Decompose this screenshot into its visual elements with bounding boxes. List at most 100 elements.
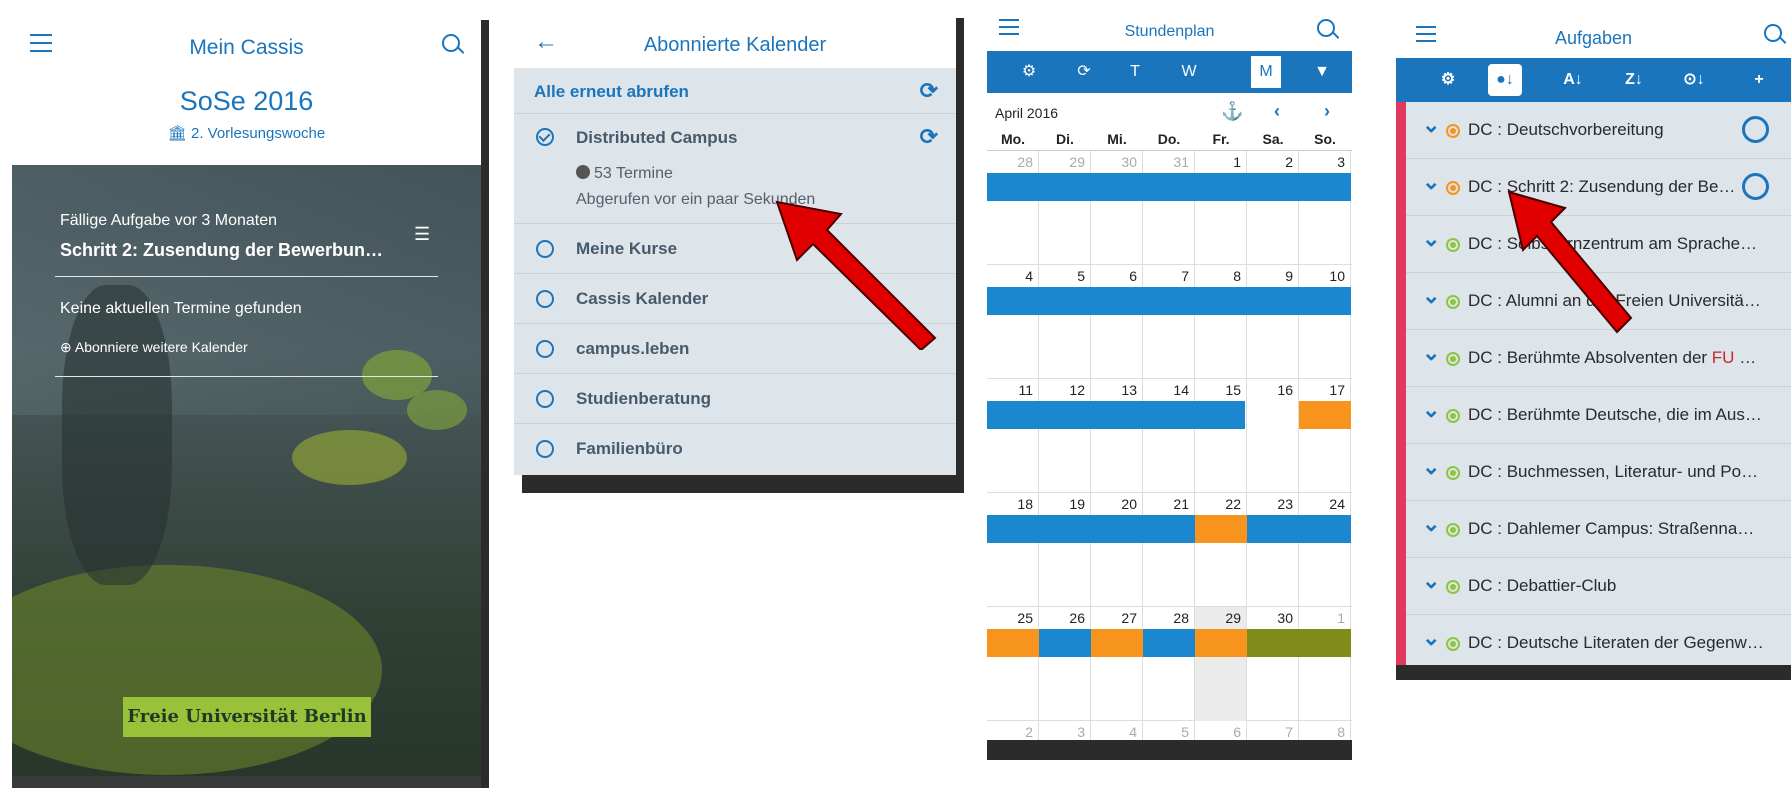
task-item[interactable]: ⌄ DC : Deutsche Literaten der Gegenw… <box>1406 615 1791 665</box>
calendar-day[interactable]: 6 <box>1091 265 1143 379</box>
calendar-day[interactable]: 3 <box>1039 721 1091 740</box>
calendar-day[interactable]: 7 <box>1247 721 1299 740</box>
radio-icon[interactable] <box>536 340 554 358</box>
chevron-down-icon[interactable]: ⌄ <box>1422 226 1440 252</box>
search-icon[interactable] <box>442 34 464 56</box>
calendar-day[interactable]: 29 <box>1039 151 1091 265</box>
event-bar[interactable] <box>1091 629 1143 657</box>
calendar-day[interactable]: 19 <box>1039 493 1091 607</box>
calendar-day[interactable]: 28 <box>987 151 1039 265</box>
calendar-day[interactable]: 15 <box>1195 379 1247 493</box>
chevron-down-icon[interactable]: ⌄ <box>1422 169 1440 195</box>
chevron-down-icon[interactable]: ⌄ <box>1422 568 1440 594</box>
chevron-down-icon[interactable]: ⌄ <box>1422 340 1440 366</box>
calendar-day[interactable]: 2 <box>1247 151 1299 265</box>
calendar-day[interactable]: 9 <box>1247 265 1299 379</box>
chevron-down-icon[interactable]: ⌄ <box>1422 511 1440 537</box>
calendar-day[interactable]: 21 <box>1143 493 1195 607</box>
calendar-item[interactable]: Familienbüro <box>514 424 956 475</box>
event-bar[interactable] <box>1247 629 1351 657</box>
calendar-day[interactable]: 5 <box>1143 721 1195 740</box>
refresh-icon[interactable]: ⟳ <box>920 124 938 150</box>
task-item[interactable]: ⌄ DC : Dahlemer Campus: Straßenna… <box>1406 501 1791 558</box>
sort-status-button[interactable]: ●↓ <box>1488 64 1522 96</box>
prev-month-icon[interactable]: ‹ <box>1274 101 1280 122</box>
event-bar[interactable] <box>1299 401 1351 429</box>
calendar-day[interactable]: 12 <box>1039 379 1091 493</box>
checked-radio-icon[interactable] <box>536 128 554 146</box>
task-item[interactable]: ⌄ DC : Berühmte Deutsche, die im Aus… <box>1406 387 1791 444</box>
event-bar[interactable] <box>1039 629 1091 657</box>
today-button[interactable]: T <box>1105 51 1165 93</box>
refresh-all-row[interactable]: Alle erneut abrufen ⟳ <box>514 68 956 114</box>
event-bar[interactable] <box>987 629 1039 657</box>
radio-icon[interactable] <box>536 440 554 458</box>
settings-icon[interactable]: ⚙ <box>999 51 1059 93</box>
calendar-day[interactable]: 8 <box>1195 265 1247 379</box>
task-list-icon[interactable]: ☰ <box>414 224 430 245</box>
settings-icon[interactable]: ⚙ <box>1423 58 1473 102</box>
radio-icon[interactable] <box>536 390 554 408</box>
sort-za-button[interactable]: Z↓ <box>1609 58 1659 102</box>
search-icon[interactable] <box>1764 24 1786 46</box>
calendar-day[interactable]: 7 <box>1143 265 1195 379</box>
calendar-day[interactable]: 14 <box>1143 379 1195 493</box>
calendar-day[interactable]: 24 <box>1299 493 1351 607</box>
calendar-day[interactable]: 6 <box>1195 721 1247 740</box>
task-item[interactable]: ⌄ DC : Debattier-Club <box>1406 558 1791 615</box>
radio-icon[interactable] <box>536 290 554 308</box>
event-bar[interactable] <box>1195 629 1247 657</box>
filter-icon[interactable]: ▼ <box>1292 51 1352 93</box>
calendar-day[interactable]: 1 <box>1299 607 1351 721</box>
chevron-down-icon[interactable]: ⌄ <box>1422 112 1440 138</box>
complete-circle-icon[interactable] <box>1742 116 1769 143</box>
event-bar[interactable] <box>987 401 1245 429</box>
event-bar[interactable] <box>987 173 1351 201</box>
calendar-day[interactable]: 31 <box>1143 151 1195 265</box>
calendar-day[interactable]: 17 <box>1299 379 1351 493</box>
calendar-item[interactable]: Studienberatung <box>514 374 956 424</box>
event-bar[interactable] <box>1195 515 1247 543</box>
week-button[interactable]: W <box>1159 51 1219 93</box>
add-task-icon[interactable]: + <box>1734 58 1784 102</box>
calendar-day[interactable]: 28 <box>1143 607 1195 721</box>
calendar-day[interactable]: 22 <box>1195 493 1247 607</box>
refresh-icon[interactable]: ⟳ <box>920 78 938 104</box>
calendar-day[interactable]: 18 <box>987 493 1039 607</box>
calendar-day[interactable]: 3 <box>1299 151 1351 265</box>
calendar-day[interactable]: 5 <box>1039 265 1091 379</box>
calendar-day[interactable]: 29 <box>1195 607 1247 721</box>
chevron-down-icon[interactable]: ⌄ <box>1422 454 1440 480</box>
calendar-day[interactable]: 4 <box>1091 721 1143 740</box>
sort-az-button[interactable]: A↓ <box>1548 58 1598 102</box>
month-button[interactable]: M <box>1251 56 1281 88</box>
task-item[interactable]: ⌄ DC : Deutschvorbereitung <box>1406 102 1791 159</box>
calendar-day[interactable]: 4 <box>987 265 1039 379</box>
subscribe-link[interactable]: ⊕ Abonniere weitere Kalender <box>60 339 248 356</box>
calendar-day[interactable]: 30 <box>1091 151 1143 265</box>
sort-due-button[interactable]: ⊙↓ <box>1669 58 1719 102</box>
calendar-day[interactable]: 20 <box>1091 493 1143 607</box>
calendar-day[interactable]: 11 <box>987 379 1039 493</box>
calendar-day[interactable]: 13 <box>1091 379 1143 493</box>
calendar-day[interactable]: 26 <box>1039 607 1091 721</box>
task-item[interactable]: ⌄ DC : Buchmessen, Literatur- und Po… <box>1406 444 1791 501</box>
event-bar[interactable] <box>1247 515 1351 543</box>
calendar-day[interactable]: 1 <box>1195 151 1247 265</box>
next-month-icon[interactable]: › <box>1324 101 1330 122</box>
search-icon[interactable] <box>1317 19 1339 41</box>
event-bar[interactable] <box>1143 629 1195 657</box>
chevron-down-icon[interactable]: ⌄ <box>1422 397 1440 423</box>
calendar-day[interactable]: 30 <box>1247 607 1299 721</box>
anchor-icon[interactable]: ⚓ <box>1221 101 1243 122</box>
event-bar[interactable] <box>987 515 1195 543</box>
event-bar[interactable] <box>987 287 1351 315</box>
calendar-day[interactable]: 8 <box>1299 721 1351 740</box>
calendar-day[interactable]: 27 <box>1091 607 1143 721</box>
calendar-day[interactable]: 23 <box>1247 493 1299 607</box>
calendar-day[interactable]: 10 <box>1299 265 1351 379</box>
radio-icon[interactable] <box>536 240 554 258</box>
chevron-down-icon[interactable]: ⌄ <box>1422 625 1440 651</box>
task-item[interactable]: ⌄ DC : Berühmte Absolventen der FU … <box>1406 330 1791 387</box>
complete-circle-icon[interactable] <box>1742 173 1769 200</box>
